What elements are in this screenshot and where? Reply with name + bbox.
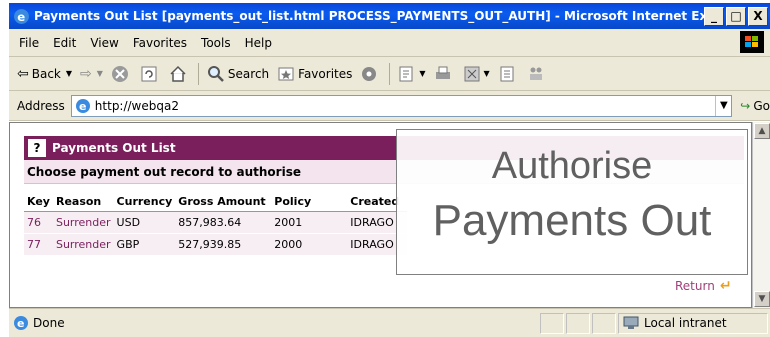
close-button[interactable]: X [748, 6, 768, 26]
menu-bar: File Edit View Favorites Tools Help [9, 29, 770, 57]
address-label: Address [17, 98, 65, 113]
status-cell [566, 312, 590, 334]
ie-page-icon: e [75, 98, 90, 113]
payments-table: Key Reason Currency Gross Amount Policy … [24, 192, 408, 256]
return-arrow-icon: ↵ [719, 278, 732, 294]
col-gross-amount: Gross Amount [175, 192, 272, 212]
status-text: Done [33, 316, 65, 330]
row-amount: 857,983.64 [175, 211, 272, 234]
return-label: Return [675, 279, 715, 293]
caption-overlay: Authorise Payments Out [396, 129, 748, 275]
col-policy: Policy [271, 192, 348, 212]
search-icon [207, 65, 224, 82]
panel-title: Payments Out List [52, 141, 176, 155]
svg-text:e: e [17, 317, 24, 330]
print-button[interactable] [434, 65, 455, 83]
go-arrow-icon: ↪ [740, 98, 751, 113]
window-titlebar[interactable]: e Payments Out List [payments_out_list.h… [9, 3, 770, 29]
address-dropdown-button[interactable]: ▼ [715, 95, 731, 116]
row-amount: 527,939.85 [175, 233, 272, 256]
col-key: Key [24, 192, 53, 212]
back-arrow-icon: ⇦ [17, 65, 29, 82]
svg-text:e: e [79, 100, 86, 113]
menu-view[interactable]: View [90, 36, 118, 50]
scroll-down-button[interactable]: ▼ [754, 291, 770, 307]
discuss-button[interactable] [498, 65, 519, 83]
window-title: Payments Out List [payments_out_list.htm… [34, 9, 704, 23]
menu-tools[interactable]: Tools [201, 36, 231, 50]
chevron-down-icon: ▼ [96, 69, 103, 78]
caption-line-1: Authorise [491, 145, 653, 187]
return-link[interactable]: Return ↵ [675, 278, 732, 294]
row-currency: USD [113, 211, 176, 234]
forward-arrow-icon: ⇨ [80, 65, 92, 82]
forward-button[interactable]: ⇨ ▼ [80, 66, 103, 82]
svg-text:e: e [17, 9, 25, 23]
status-bar: e Done Local intranet [9, 308, 770, 337]
row-key-link[interactable]: 76 [24, 211, 53, 234]
row-policy: 2001 [271, 211, 348, 234]
menu-help[interactable]: Help [245, 36, 272, 50]
messenger-icon [529, 67, 542, 80]
edit-icon [464, 66, 480, 81]
table-row[interactable]: 76 Surrender USD 857,983.64 2001 IDRAGO [24, 211, 408, 234]
row-key-link[interactable]: 77 [24, 233, 53, 256]
help-icon[interactable]: ? [28, 139, 46, 157]
printer-icon [435, 66, 450, 79]
toolbar-divider [389, 62, 391, 85]
history-icon [399, 66, 413, 81]
chevron-down-icon: ▼ [483, 69, 490, 78]
row-policy: 2000 [271, 233, 348, 256]
chevron-down-icon: ▼ [419, 69, 426, 78]
menu-file[interactable]: File [19, 36, 39, 50]
col-reason: Reason [52, 192, 114, 212]
ie-page-icon: e [14, 316, 28, 330]
media-button[interactable] [360, 65, 381, 83]
favorites-icon [278, 67, 294, 80]
address-input[interactable]: e http://webqa2 ▼ [70, 94, 733, 117]
status-cell [540, 312, 564, 334]
address-bar: Address e http://webqa2 ▼ ↪ Go [9, 91, 770, 121]
search-button[interactable]: Search [207, 65, 269, 83]
media-icon [362, 66, 377, 81]
row-currency: GBP [113, 233, 176, 256]
refresh-button[interactable] [140, 65, 161, 83]
messenger-button[interactable] [527, 65, 548, 83]
edit-button[interactable]: ▼ [463, 65, 490, 83]
go-button[interactable]: ↪ Go [740, 99, 770, 113]
stop-button[interactable] [111, 65, 132, 83]
menu-favorites[interactable]: Favorites [133, 36, 187, 50]
scroll-up-button[interactable]: ▲ [754, 123, 770, 139]
refresh-icon [141, 66, 157, 81]
table-row[interactable]: 77 Surrender GBP 527,939.85 2000 IDRAGO [24, 233, 408, 256]
maximize-button[interactable]: □ [726, 6, 746, 26]
caption-line-2: Payments Out [432, 196, 712, 245]
status-cell [592, 312, 616, 334]
intranet-icon [623, 316, 639, 329]
toolbar: ⇦ Back ▼ ⇨ ▼ Search Favorites ▼ ▼ [9, 57, 770, 91]
chevron-down-icon: ▼ [65, 69, 73, 78]
address-url: http://webqa2 [94, 98, 179, 113]
chevron-down-icon: ▼ [719, 100, 728, 111]
row-reason-link[interactable]: Surrender [52, 211, 114, 234]
back-button[interactable]: ⇦ Back ▼ [17, 66, 72, 82]
favorites-button[interactable]: Favorites [277, 65, 352, 83]
col-currency: Currency [113, 192, 176, 212]
home-icon [170, 65, 186, 82]
stop-icon [111, 65, 128, 82]
discuss-icon [500, 66, 514, 81]
menu-edit[interactable]: Edit [53, 36, 76, 50]
table-header-row: Key Reason Currency Gross Amount Policy … [24, 192, 408, 212]
zone-indicator: Local intranet [618, 312, 768, 334]
ie-icon: e [14, 8, 29, 24]
minimize-button[interactable]: _ [704, 6, 724, 26]
row-reason-link[interactable]: Surrender [52, 233, 114, 256]
windows-logo-icon [740, 31, 764, 53]
home-button[interactable] [169, 65, 190, 83]
vertical-scrollbar[interactable]: ▲ ▼ [752, 122, 770, 308]
history-button[interactable]: ▼ [398, 65, 426, 83]
toolbar-divider [197, 62, 199, 85]
